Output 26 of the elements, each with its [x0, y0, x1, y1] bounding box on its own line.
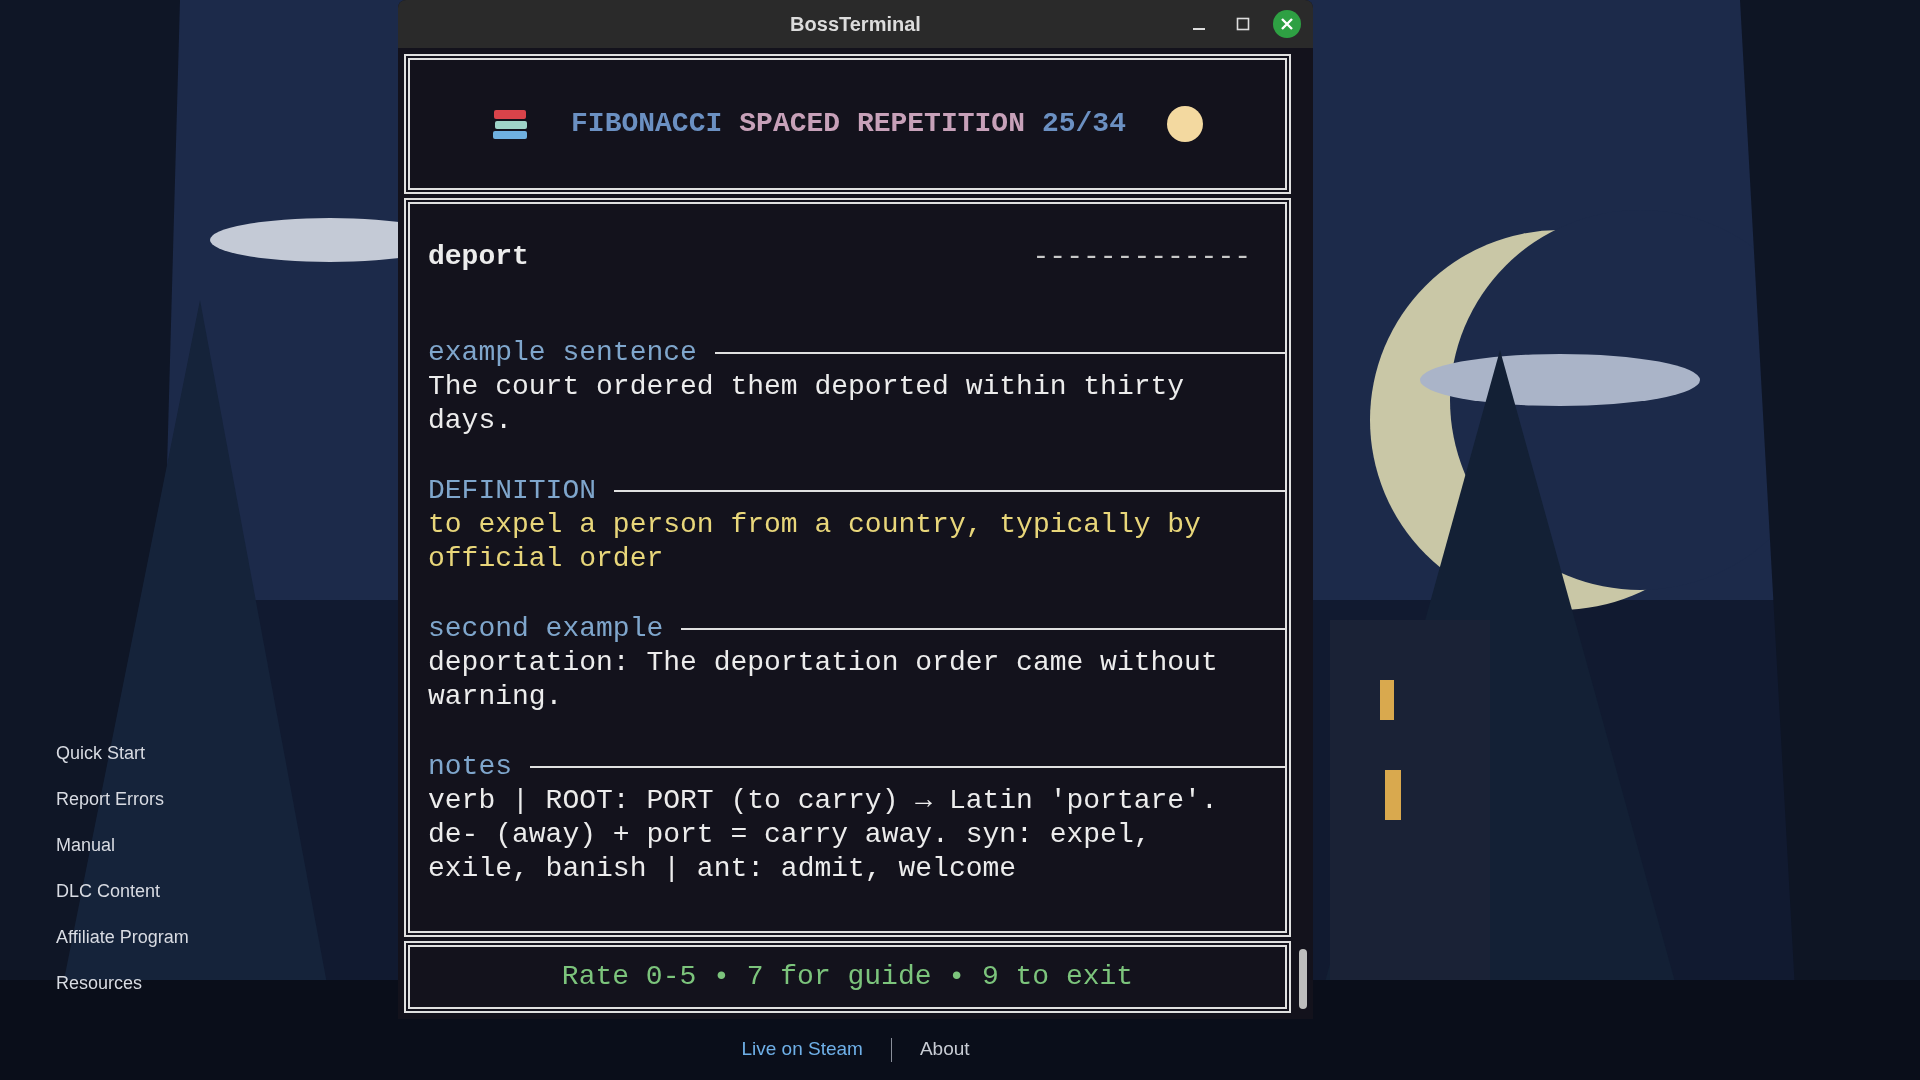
answer-mask: ------------- [1032, 240, 1251, 274]
header-title: SPACED REPETITION [739, 107, 1025, 141]
section-text: The court ordered them deported within thirty days. [428, 370, 1186, 438]
moon-icon [1165, 105, 1204, 143]
definition-text: to expel a person from a country, typically by official order [428, 508, 1202, 576]
sidebar-link[interactable]: Report Errors [56, 786, 165, 812]
section-label: example sentence [428, 336, 697, 370]
sidebar-link[interactable]: Resources [56, 970, 143, 996]
header-title: FIBONACCI [571, 107, 723, 141]
scrollbar-thumb[interactable] [1299, 949, 1307, 1009]
window-title: BossTerminal [790, 12, 921, 37]
sidebar-link[interactable]: Quick Start [56, 740, 146, 766]
sidebar-link[interactable]: Manual [56, 832, 116, 858]
footer-link[interactable]: About [919, 1035, 970, 1064]
footer-link[interactable]: Live on Steam [741, 1035, 863, 1064]
sidebar-link[interactable]: DLC Content [56, 878, 161, 904]
sidebar-link[interactable]: Affiliate Program [56, 924, 189, 950]
section-label: notes [428, 750, 512, 784]
section-text: deportation: The deportation order came without warning. [428, 646, 1219, 714]
card-word: deport [428, 240, 529, 274]
section-text: verb | ROOT: PORT (to carry) → Latin 'portare'. de- (away) + port = carry away. syn: expel, exile, banish | ant: admit, welcome [428, 784, 1219, 886]
key-hint: Rate 0-5 • 7 for guide • 9 to exit [561, 960, 1134, 994]
close-icon[interactable] [1273, 10, 1301, 38]
section-label: DEFINITION [428, 474, 597, 508]
section-label: second example [428, 612, 664, 646]
header-title: 25/34 [1041, 107, 1126, 141]
